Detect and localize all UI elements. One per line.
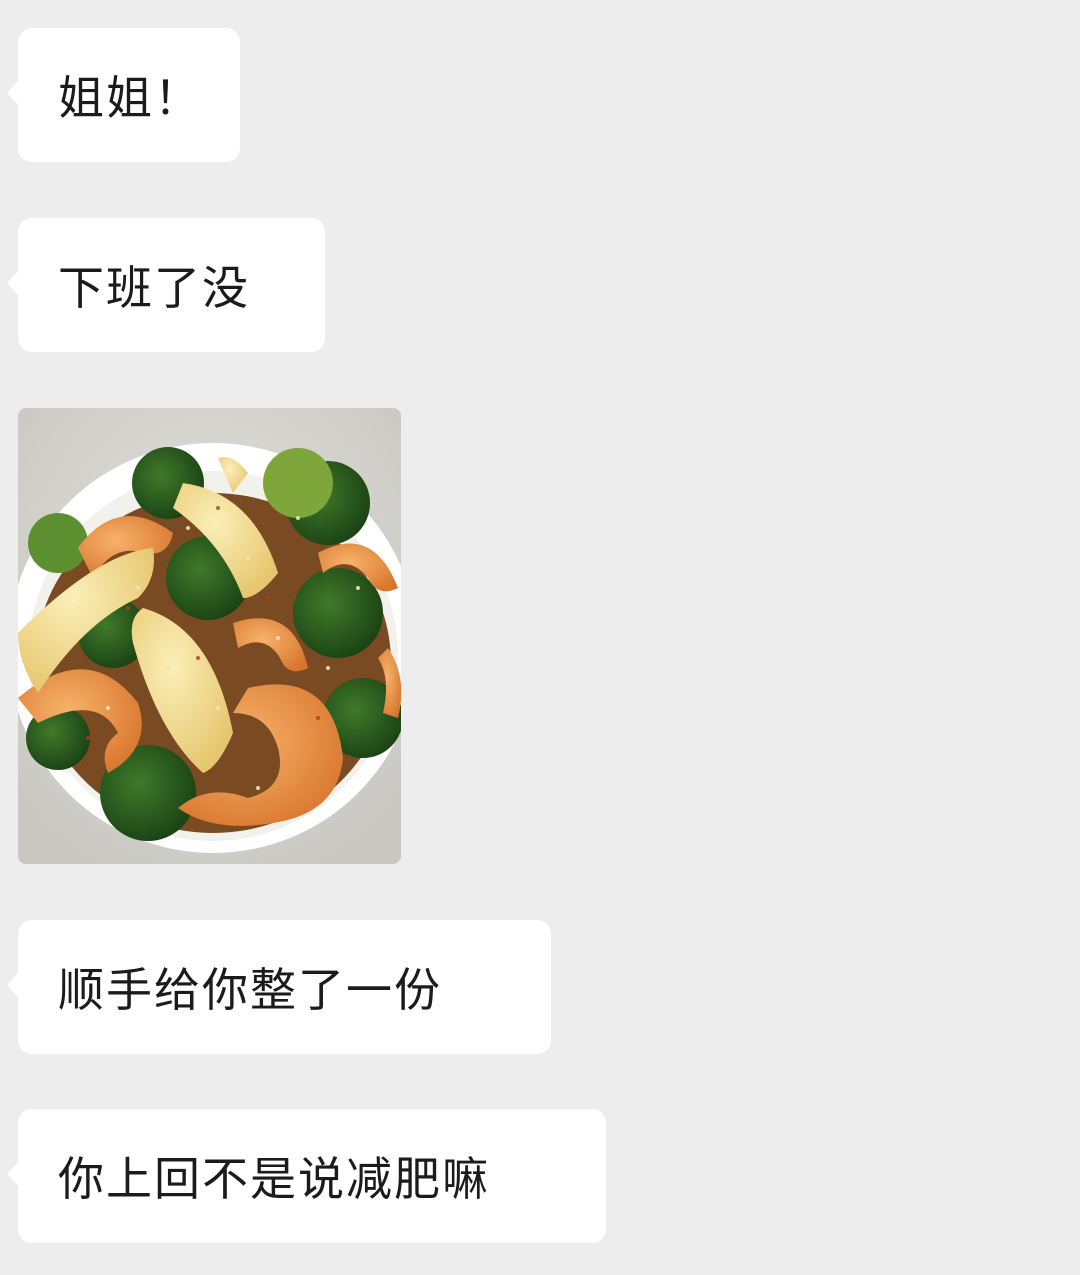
image-message-salad-bowl[interactable] xyxy=(18,408,401,864)
message-bubble[interactable]: 姐姐！ xyxy=(7,28,240,162)
message-bubble[interactable]: 顺手给你整了一份 xyxy=(7,920,551,1054)
message-text: 你上回不是说减肥嘛 xyxy=(58,1152,490,1206)
message-bubble[interactable]: 下班了没 xyxy=(7,218,325,352)
message-bubble[interactable]: 你上回不是说减肥嘛 xyxy=(7,1109,606,1243)
message-text: 姐姐！ xyxy=(58,71,202,125)
chat-history: 姐姐！ 下班了没 顺手给你整了一份 你上回不是说减肥嘛 xyxy=(0,0,1080,1275)
message-text: 顺手给你整了一份 xyxy=(58,963,442,1017)
message-text: 下班了没 xyxy=(58,261,250,315)
salad-bowl-photo xyxy=(18,408,401,864)
